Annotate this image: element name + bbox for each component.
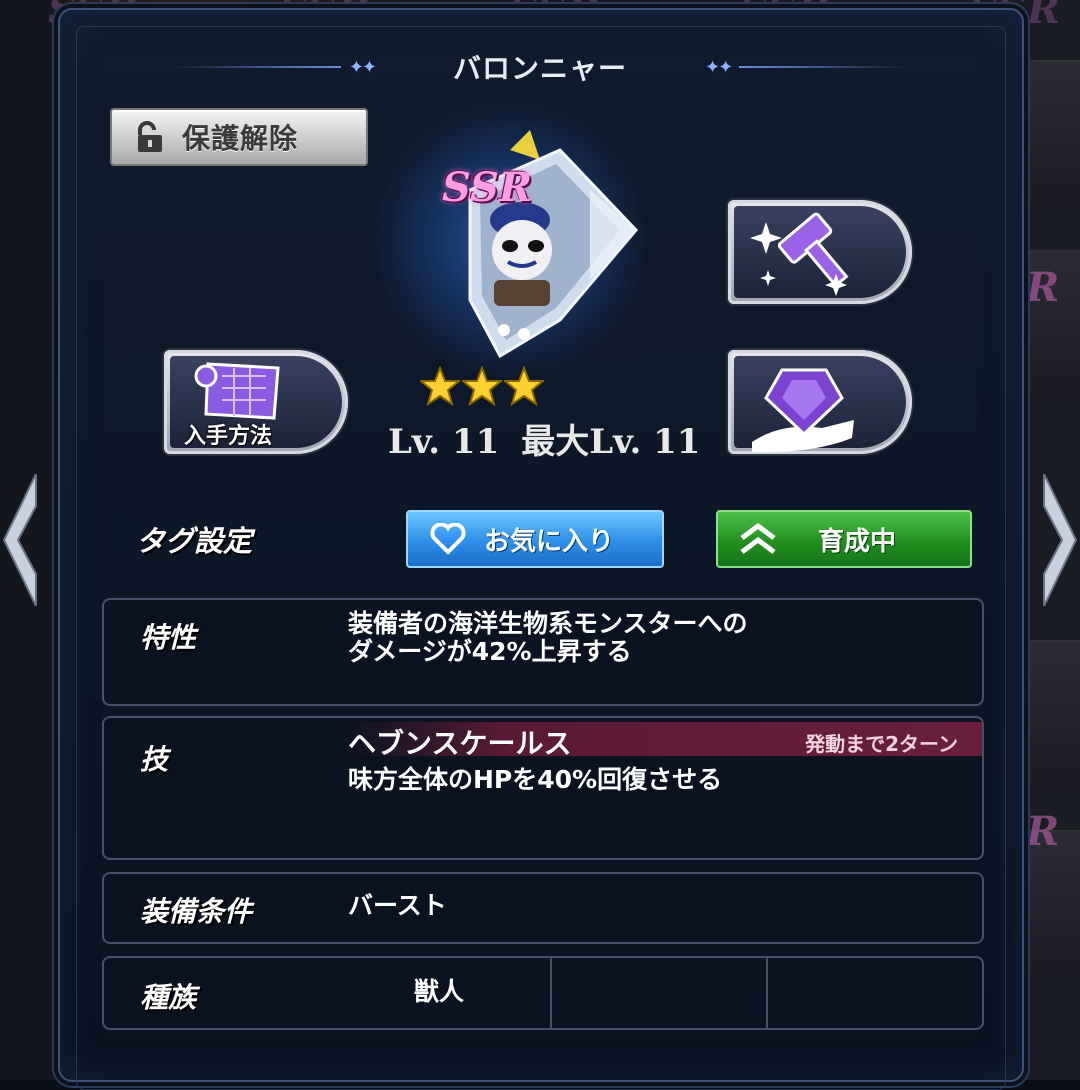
race-label: 種族 (140, 981, 197, 1014)
background-r-label: R (1026, 264, 1060, 311)
max-level: 最大Lv. 11 (521, 422, 701, 462)
star-rating (420, 366, 544, 406)
hammer-sparkle-icon (750, 212, 849, 296)
rarity-badge: SSR (442, 164, 533, 211)
level-display: Lv. 11 最大Lv. 11 (388, 414, 700, 463)
heart-icon (430, 523, 466, 555)
gem-button[interactable] (728, 350, 912, 454)
training-tag-button[interactable]: 育成中 (716, 510, 972, 568)
unprotect-button-label: 保護解除 (182, 122, 299, 155)
star-icon (462, 366, 502, 406)
race-cell-divider (550, 958, 552, 1028)
trait-text: 装備者の海洋生物系モンスターへの ダメージが42%上昇する (348, 610, 748, 666)
title-line-right (739, 66, 910, 68)
trait-box: 特性 装備者の海洋生物系モンスターへの ダメージが42%上昇する (102, 598, 984, 706)
forge-button[interactable] (728, 200, 912, 304)
equip-condition-box: 装備条件 バースト (102, 872, 984, 944)
title-line-left (170, 66, 341, 68)
favorite-tag-button[interactable]: お気に入り (406, 510, 664, 568)
gem-hand-icon (752, 368, 854, 453)
item-title: バロンニャー (452, 52, 627, 85)
tag-settings-label: タグ設定 (136, 524, 253, 558)
background-card-thumb (1024, 640, 1080, 791)
title-sparkle-icon: ✦✦ (705, 56, 733, 78)
star-icon (420, 366, 460, 406)
current-level: Lv. 11 (388, 422, 500, 462)
skill-name: ヘブンスケールス (348, 727, 572, 760)
race-value: 獣人 (414, 977, 465, 1006)
equip-condition-value: バースト (348, 891, 447, 920)
skill-box: ヘブンスケールス 発動まで2ターン 技 味方全体のHPを40%回復させる (102, 716, 984, 860)
title-sparkle-icon: ✦✦ (348, 56, 377, 78)
title-bar: ✦✦ バロンニャー ✦✦ (0, 46, 1080, 88)
acquire-method-label: 入手方法 (184, 424, 273, 449)
trait-text-line1: 装備者の海洋生物系モンスターへの (348, 609, 748, 638)
training-tag-label: 育成中 (818, 526, 897, 557)
equip-condition-label: 装備条件 (140, 895, 253, 928)
next-arrow-icon[interactable] (1040, 474, 1080, 606)
unprotect-button[interactable]: 保護解除 (110, 108, 368, 166)
trait-text-line2: ダメージが42%上昇する (348, 637, 632, 666)
acquire-method-button[interactable]: 入手方法 (164, 350, 348, 454)
previous-arrow-icon[interactable] (0, 474, 40, 606)
trait-label: 特性 (140, 621, 197, 654)
star-icon (504, 366, 544, 406)
background-r-label: R (1026, 808, 1060, 855)
race-cell-divider (766, 958, 768, 1028)
skill-description: 味方全体のHPを40%回復させる (348, 765, 723, 794)
skill-turns: 発動まで2ターン (805, 732, 958, 756)
unlock-icon (138, 121, 162, 152)
favorite-tag-label: お気に入り (484, 526, 615, 557)
race-box: 種族 獣人 (102, 956, 984, 1030)
skill-label: 技 (140, 743, 169, 776)
double-chevron-up-icon (740, 522, 776, 554)
